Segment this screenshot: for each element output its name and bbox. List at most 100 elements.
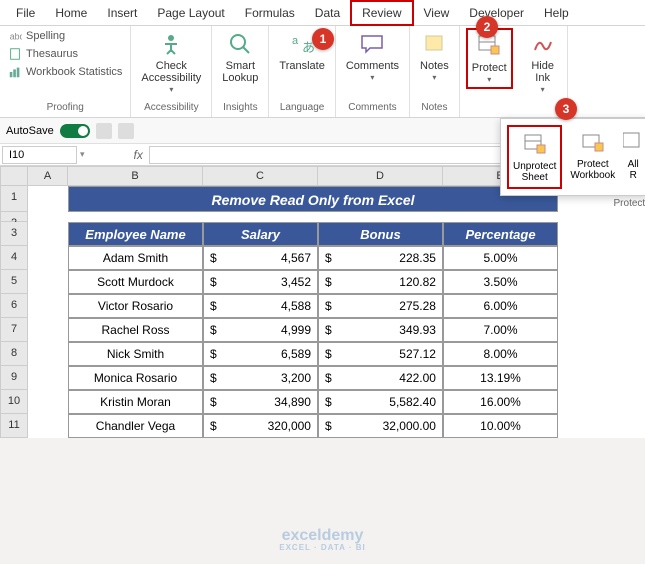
group-label-insights: Insights bbox=[223, 100, 257, 115]
select-all-corner[interactable] bbox=[0, 166, 28, 186]
tab-insert[interactable]: Insert bbox=[97, 2, 147, 24]
cell-bonus[interactable]: $527.12 bbox=[318, 342, 443, 366]
cell-salary[interactable]: $4,999 bbox=[203, 318, 318, 342]
comments-button[interactable]: Comments▾ bbox=[342, 28, 403, 85]
tab-review[interactable]: Review bbox=[350, 0, 413, 26]
cell-bonus[interactable]: $32,000.00 bbox=[318, 414, 443, 438]
cell-name[interactable]: Monica Rosario bbox=[68, 366, 203, 390]
cell-name[interactable]: Scott Murdock bbox=[68, 270, 203, 294]
tab-page-layout[interactable]: Page Layout bbox=[147, 2, 234, 24]
fx-icon[interactable]: fx bbox=[128, 148, 149, 162]
tab-developer[interactable]: Developer bbox=[459, 2, 534, 24]
group-accessibility: Check Accessibility▾ Accessibility bbox=[131, 26, 212, 117]
cell-pct[interactable]: 16.00% bbox=[443, 390, 558, 414]
chevron-down-icon: ▾ bbox=[169, 86, 173, 95]
cell-bonus[interactable]: $275.28 bbox=[318, 294, 443, 318]
ink-icon bbox=[529, 30, 557, 58]
tab-formulas[interactable]: Formulas bbox=[235, 2, 305, 24]
cell-pct[interactable]: 10.00% bbox=[443, 414, 558, 438]
tab-file[interactable]: File bbox=[6, 2, 45, 24]
cell-pct[interactable]: 7.00% bbox=[443, 318, 558, 342]
title-cell[interactable]: Remove Read Only from Excel bbox=[68, 186, 558, 212]
cell-salary[interactable]: $3,200 bbox=[203, 366, 318, 390]
cell-pct[interactable]: 6.00% bbox=[443, 294, 558, 318]
workbook-stats-button[interactable]: Workbook Statistics bbox=[6, 64, 124, 80]
th-bonus[interactable]: Bonus bbox=[318, 222, 443, 246]
row-header-7[interactable]: 7 bbox=[0, 318, 28, 342]
cell-salary[interactable]: $3,452 bbox=[203, 270, 318, 294]
cell-bonus[interactable]: $5,582.40 bbox=[318, 390, 443, 414]
cell-pct[interactable]: 8.00% bbox=[443, 342, 558, 366]
svg-text:a: a bbox=[292, 35, 299, 47]
tab-home[interactable]: Home bbox=[45, 2, 97, 24]
cell-pct[interactable]: 3.50% bbox=[443, 270, 558, 294]
ribbon-tabs: File Home Insert Page Layout Formulas Da… bbox=[0, 0, 645, 26]
row-header-6[interactable]: 6 bbox=[0, 294, 28, 318]
row-header-11[interactable]: 11 bbox=[0, 414, 28, 438]
cell-bonus[interactable]: $120.82 bbox=[318, 270, 443, 294]
tab-data[interactable]: Data bbox=[305, 2, 350, 24]
cell-bonus[interactable]: $228.35 bbox=[318, 246, 443, 270]
table-row: Chandler Vega$320,000$32,000.0010.00% bbox=[68, 414, 558, 438]
cell-salary[interactable]: $320,000 bbox=[203, 414, 318, 438]
smart-lookup-button[interactable]: Smart Lookup bbox=[218, 28, 262, 86]
cell-salary[interactable]: $34,890 bbox=[203, 390, 318, 414]
cell-salary[interactable]: $6,589 bbox=[203, 342, 318, 366]
cell-pct[interactable]: 13.19% bbox=[443, 366, 558, 390]
group-protect: Protect▾ bbox=[460, 26, 519, 117]
comment-icon bbox=[358, 30, 386, 58]
cell-pct[interactable]: 5.00% bbox=[443, 246, 558, 270]
callout-2: 2 bbox=[476, 16, 498, 38]
namebox-chevron-icon[interactable]: ▾ bbox=[77, 149, 88, 160]
cell-name[interactable]: Chandler Vega bbox=[68, 414, 203, 438]
allow-ranges-button[interactable]: All R bbox=[623, 125, 643, 189]
col-header-a[interactable]: A bbox=[28, 166, 68, 186]
col-header-d[interactable]: D bbox=[318, 166, 443, 186]
row-header-4[interactable]: 4 bbox=[0, 246, 28, 270]
col-header-b[interactable]: B bbox=[68, 166, 203, 186]
protect-workbook-button[interactable]: Protect Workbook bbox=[566, 125, 619, 189]
th-pct[interactable]: Percentage bbox=[443, 222, 558, 246]
undo-icon[interactable] bbox=[118, 123, 134, 139]
cell-name[interactable]: Victor Rosario bbox=[68, 294, 203, 318]
stats-icon bbox=[8, 65, 22, 79]
name-box[interactable]: I10 bbox=[2, 146, 77, 164]
thesaurus-button[interactable]: Thesaurus bbox=[6, 46, 124, 62]
cell-name[interactable]: Adam Smith bbox=[68, 246, 203, 270]
group-label-comments: Comments bbox=[348, 100, 396, 115]
chevron-down-icon: ▾ bbox=[541, 86, 545, 95]
row-header-5[interactable]: 5 bbox=[0, 270, 28, 294]
spelling-button[interactable]: abcSpelling bbox=[6, 28, 124, 44]
cell-bonus[interactable]: $349.93 bbox=[318, 318, 443, 342]
cell-salary[interactable]: $4,588 bbox=[203, 294, 318, 318]
cell-salary[interactable]: $4,567 bbox=[203, 246, 318, 270]
th-salary[interactable]: Salary bbox=[203, 222, 318, 246]
thesaurus-icon bbox=[8, 47, 22, 61]
autosave-toggle[interactable] bbox=[60, 124, 90, 138]
cell-name[interactable]: Rachel Ross bbox=[68, 318, 203, 342]
tab-help[interactable]: Help bbox=[534, 2, 579, 24]
col-header-c[interactable]: C bbox=[203, 166, 318, 186]
cell-name[interactable]: Nick Smith bbox=[68, 342, 203, 366]
save-icon[interactable] bbox=[96, 123, 112, 139]
row-header-10[interactable]: 10 bbox=[0, 390, 28, 414]
tab-view[interactable]: View bbox=[414, 2, 460, 24]
th-name[interactable]: Employee Name bbox=[68, 222, 203, 246]
protect-dropdown: Unprotect Sheet Protect Workbook All R P… bbox=[500, 118, 645, 196]
row-header-8[interactable]: 8 bbox=[0, 342, 28, 366]
hide-ink-button[interactable]: Hide Ink▾ bbox=[525, 28, 561, 97]
search-icon bbox=[226, 30, 254, 58]
row-header-2[interactable]: 2 bbox=[0, 212, 28, 222]
dropdown-group-label: Protect bbox=[614, 198, 645, 209]
accessibility-icon bbox=[157, 30, 185, 58]
notes-button[interactable]: Notes▾ bbox=[416, 28, 453, 85]
cell-bonus[interactable]: $422.00 bbox=[318, 366, 443, 390]
row-header-9[interactable]: 9 bbox=[0, 366, 28, 390]
cell-name[interactable]: Kristin Moran bbox=[68, 390, 203, 414]
unprotect-sheet-button[interactable]: Unprotect Sheet bbox=[507, 125, 562, 189]
group-notes: Notes▾ Notes bbox=[410, 26, 460, 117]
autosave-label: AutoSave bbox=[6, 125, 54, 137]
row-header-1[interactable]: 1 bbox=[0, 186, 28, 212]
row-header-3[interactable]: 3 bbox=[0, 222, 28, 246]
check-accessibility-button[interactable]: Check Accessibility▾ bbox=[137, 28, 205, 97]
